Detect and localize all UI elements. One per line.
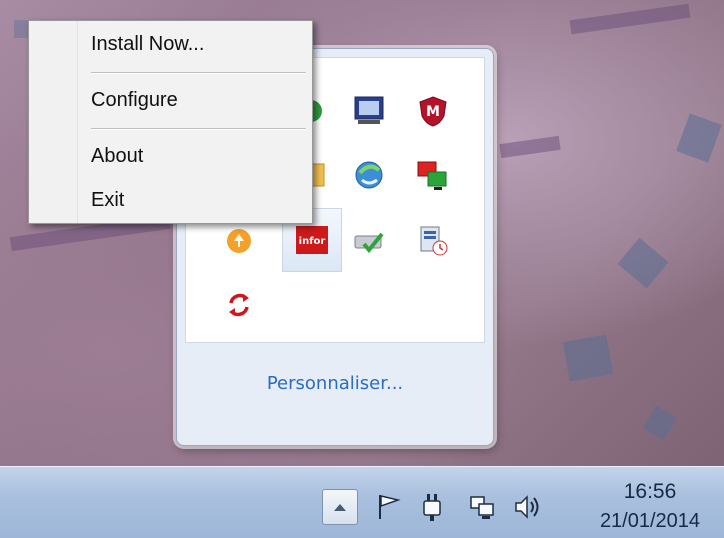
menu-item-install-now[interactable]: Install Now...: [91, 33, 204, 56]
svg-text:M: M: [426, 104, 440, 120]
orange-circle-icon[interactable]: [220, 222, 258, 260]
menu-item-exit[interactable]: Exit: [91, 189, 124, 212]
network-icon[interactable]: [466, 491, 498, 523]
menu-separator: [91, 72, 306, 74]
globe-arrow-icon[interactable]: [350, 156, 388, 194]
taskbar: 16:56 21/01/2014: [0, 466, 724, 538]
tray-context-menu: Install Now... Configure About Exit: [28, 20, 313, 224]
menu-separator: [91, 128, 306, 130]
clock-time: 16:56: [623, 480, 677, 503]
customize-link[interactable]: Personnaliser...: [177, 373, 493, 394]
monitor-icon[interactable]: [350, 92, 388, 130]
menu-item-configure[interactable]: Configure: [91, 89, 178, 112]
system-clock[interactable]: 16:56 21/01/2014: [580, 477, 720, 535]
red-refresh-icon[interactable]: [220, 286, 258, 324]
clock-date: 21/01/2014: [599, 510, 701, 532]
show-hidden-icons-button[interactable]: [322, 489, 358, 525]
volume-icon[interactable]: [512, 491, 544, 523]
chevron-up-icon: [334, 504, 346, 511]
network-monitors-icon[interactable]: [414, 156, 452, 194]
network-clock-icon[interactable]: [414, 222, 452, 260]
action-center-flag-icon[interactable]: [372, 491, 404, 523]
menu-icon-gutter: [29, 21, 78, 223]
mcafee-shield-icon[interactable]: M: [414, 92, 452, 130]
menu-item-about[interactable]: About: [91, 145, 143, 168]
power-plug-icon[interactable]: [416, 491, 448, 523]
infor-label: infor: [299, 236, 326, 247]
drive-check-icon[interactable]: [350, 222, 388, 260]
